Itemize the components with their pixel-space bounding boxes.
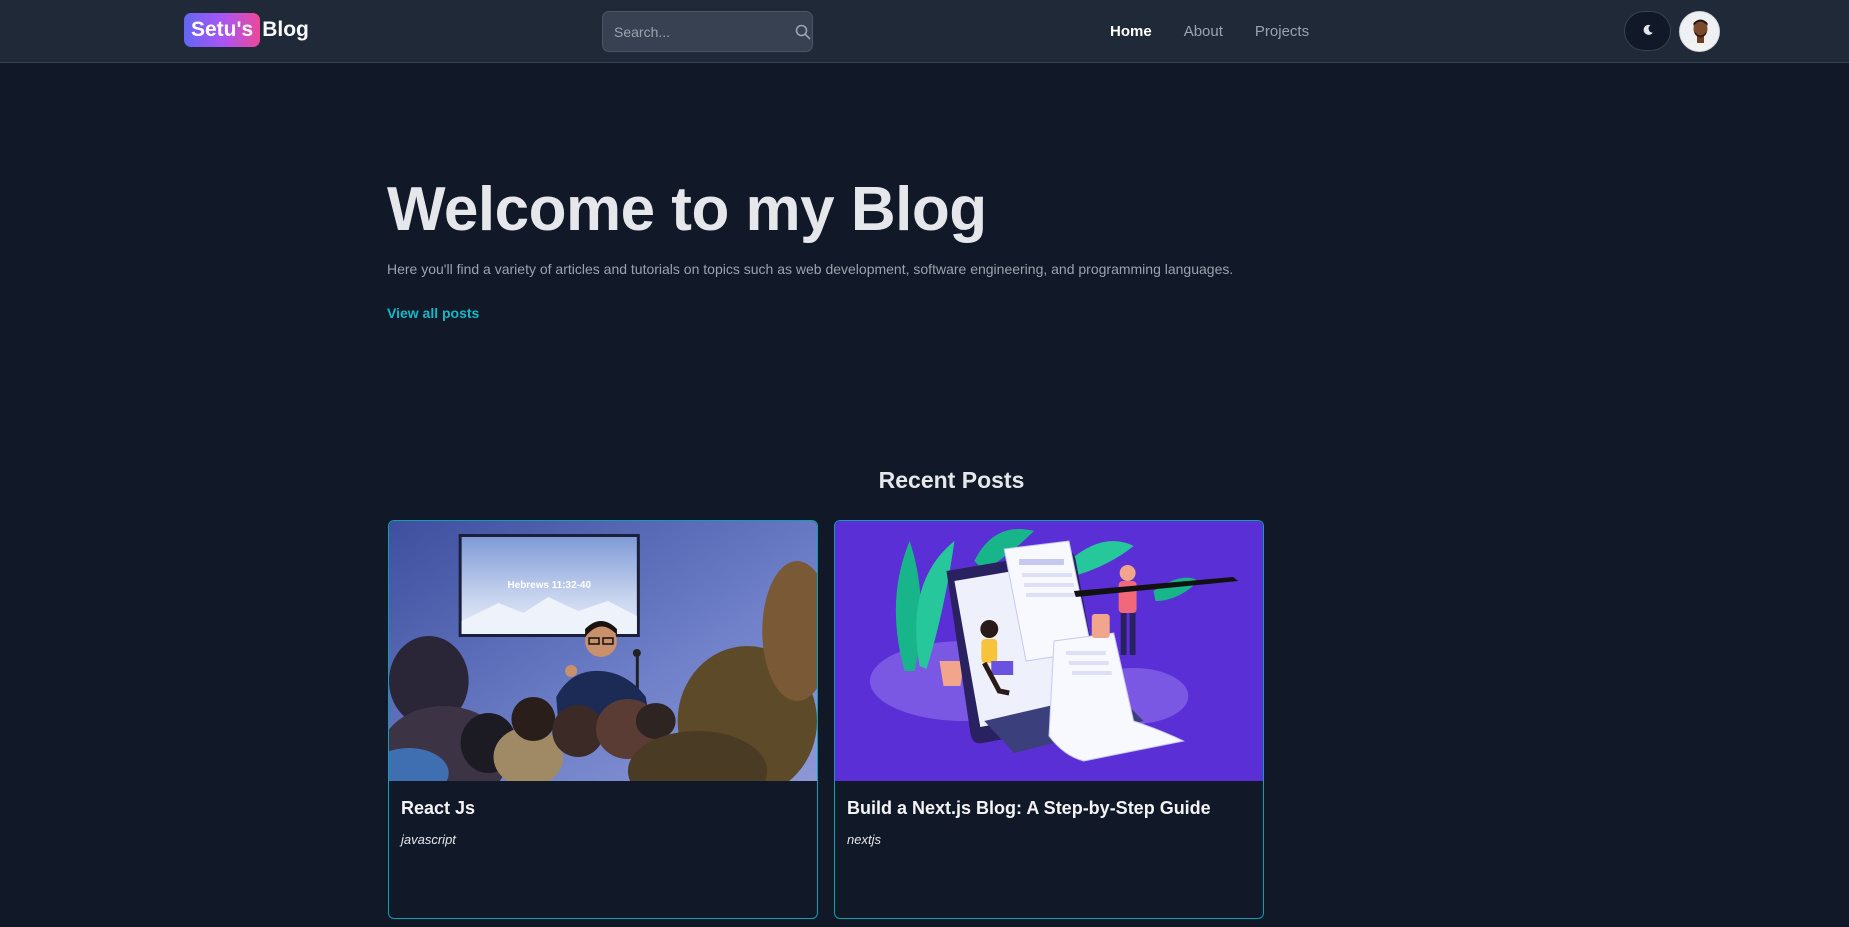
post-card-react[interactable]: Hebrews 11:32-40 React Js javascript bbox=[388, 520, 818, 919]
screen-caption: Hebrews 11:32-40 bbox=[508, 580, 592, 591]
nav-home[interactable]: Home bbox=[1110, 23, 1152, 40]
search-box bbox=[602, 11, 813, 52]
main-nav: Home About Projects bbox=[1110, 0, 1309, 63]
search-icon[interactable] bbox=[795, 23, 811, 41]
post-image-illustration bbox=[835, 521, 1263, 781]
theme-toggle-button[interactable] bbox=[1624, 11, 1671, 51]
recent-posts-heading: Recent Posts bbox=[878, 467, 1025, 493]
view-all-posts-link[interactable]: View all posts bbox=[387, 305, 479, 321]
search-input[interactable] bbox=[614, 23, 795, 40]
post-tag: nextjs bbox=[847, 832, 881, 847]
post-title[interactable]: React Js bbox=[401, 798, 475, 819]
site-logo[interactable]: Setu's Blog bbox=[184, 13, 309, 47]
logo-highlight: Setu's bbox=[184, 13, 261, 47]
nav-projects[interactable]: Projects bbox=[1255, 23, 1309, 40]
logo-text: Blog bbox=[262, 18, 309, 41]
top-nav-bar: Setu's Blog Home About Projects bbox=[0, 0, 1849, 63]
post-card-nextjs[interactable]: Build a Next.js Blog: A Step-by-Step Gui… bbox=[834, 520, 1264, 919]
hero-title: Welcome to my Blog bbox=[387, 175, 987, 244]
post-image-conference: Hebrews 11:32-40 bbox=[389, 521, 817, 781]
avatar[interactable] bbox=[1679, 11, 1720, 52]
post-title[interactable]: Build a Next.js Blog: A Step-by-Step Gui… bbox=[847, 798, 1211, 819]
nav-about[interactable]: About bbox=[1184, 23, 1223, 40]
post-tag: javascript bbox=[401, 832, 456, 847]
hero-subtitle: Here you'll find a variety of articles a… bbox=[387, 261, 1234, 277]
moon-icon bbox=[1642, 24, 1654, 39]
